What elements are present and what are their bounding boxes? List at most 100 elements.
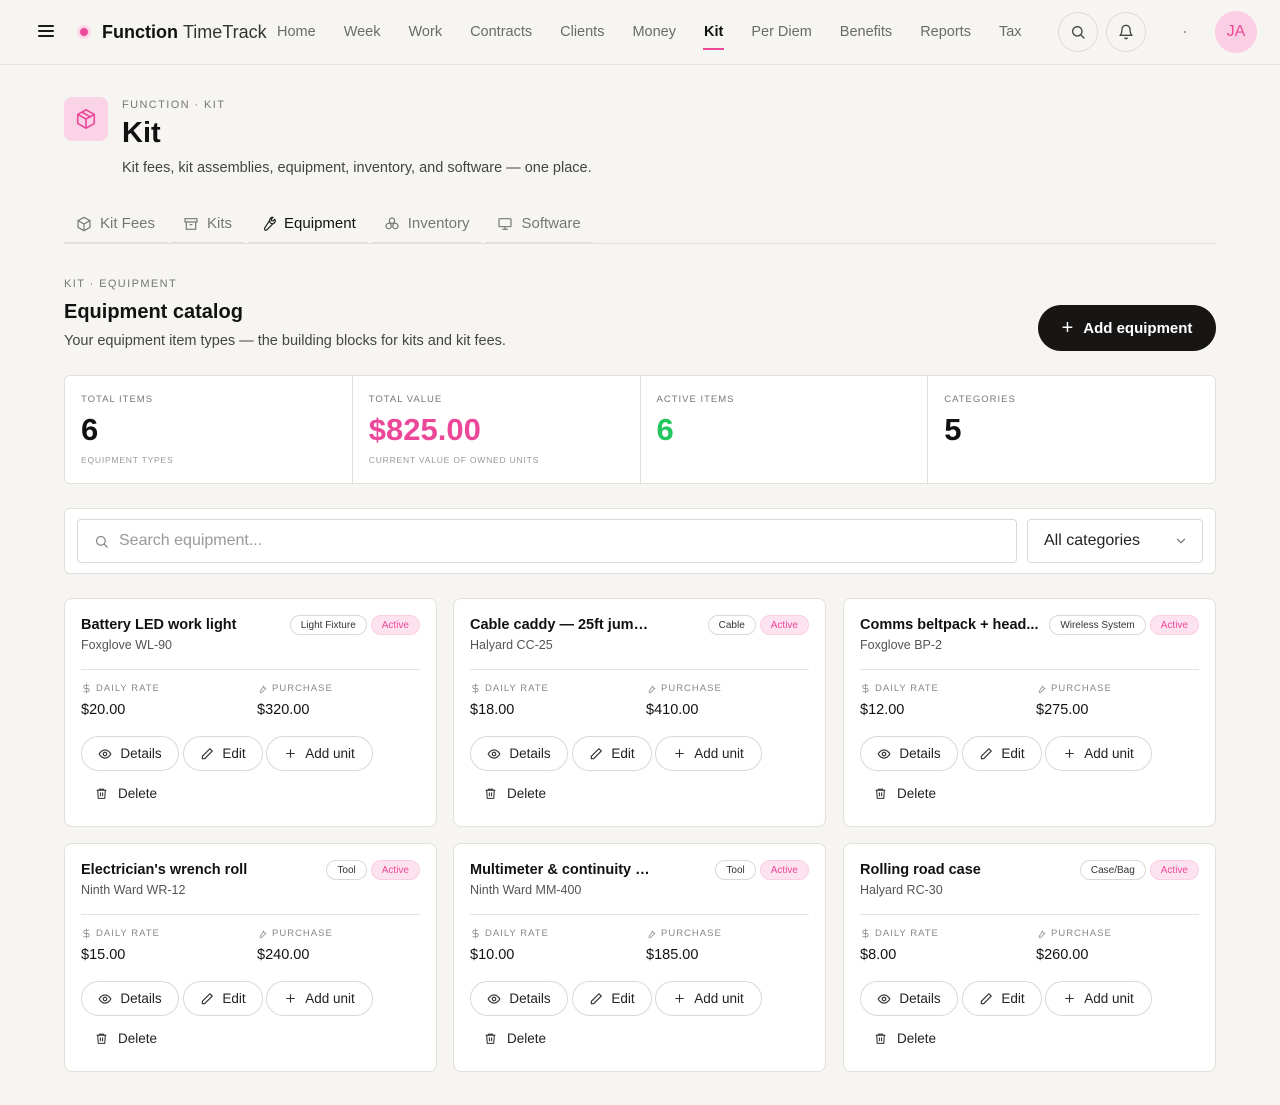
daily-rate-value: $20.00 <box>81 702 126 718</box>
details-button[interactable]: Details <box>81 981 179 1016</box>
edit-button[interactable]: Edit <box>572 981 652 1016</box>
equipment-name[interactable]: Rolling road case <box>860 862 981 878</box>
bell-icon <box>1119 24 1133 40</box>
delete-button[interactable]: Delete <box>484 1028 546 1048</box>
edit-button[interactable]: Edit <box>183 736 263 771</box>
nav-clients[interactable]: Clients <box>546 0 618 65</box>
search-button[interactable] <box>1058 12 1098 52</box>
details-button[interactable]: Details <box>81 736 179 771</box>
delete-button[interactable]: Delete <box>95 783 157 803</box>
dollar-icon <box>83 683 90 694</box>
add-unit-button[interactable]: Add unit <box>655 981 762 1016</box>
nav-per-diem[interactable]: Per Diem <box>737 0 825 65</box>
tag-icon <box>1038 685 1046 694</box>
nav-benefits[interactable]: Benefits <box>826 0 906 65</box>
dollar-icon <box>83 928 90 939</box>
edit-button[interactable]: Edit <box>572 736 652 771</box>
search-icon <box>1072 26 1085 39</box>
search-input[interactable] <box>119 532 979 550</box>
add-unit-button[interactable]: Add unit <box>266 736 373 771</box>
equipment-name[interactable]: Electrician's wrench roll <box>81 862 247 878</box>
details-label: Details <box>509 746 551 761</box>
nav-kit[interactable]: Kit <box>690 0 737 65</box>
tab-kit-fees[interactable]: Kit Fees <box>64 205 168 243</box>
add-unit-button[interactable]: Add unit <box>1045 736 1152 771</box>
delete-button[interactable]: Delete <box>95 1028 157 1048</box>
edit-button[interactable]: Edit <box>183 981 263 1016</box>
category-badge: Wireless System <box>1049 615 1146 635</box>
dollar-icon <box>472 928 479 939</box>
brand-name-light: TimeTrack <box>182 21 267 42</box>
details-button[interactable]: Details <box>470 981 568 1016</box>
equipment-name[interactable]: Comms beltpack + head... <box>860 617 1039 633</box>
delete-button[interactable]: Delete <box>874 1028 936 1048</box>
nav-week[interactable]: Week <box>330 0 395 65</box>
pencil-icon <box>981 747 993 759</box>
tab-kits[interactable]: Kits <box>171 205 245 243</box>
equipment-model: Foxglove BP-2 <box>860 638 942 652</box>
delete-label: Delete <box>507 785 547 801</box>
edit-label: Edit <box>611 991 635 1006</box>
divider <box>470 914 809 915</box>
dollar-icon <box>472 683 479 694</box>
divider <box>860 669 1199 670</box>
divider <box>470 669 809 670</box>
details-button[interactable]: Details <box>470 736 568 771</box>
edit-label: Edit <box>611 746 635 761</box>
avatar[interactable]: JA <box>1215 11 1257 53</box>
equipment-card: Cable caddy — 25ft jumpers ×12 Halyard C… <box>453 598 826 827</box>
monitor-icon <box>498 217 513 230</box>
tab-software[interactable]: Software <box>485 205 593 243</box>
status-badge: Active <box>759 860 809 880</box>
daily-rate-value: $8.00 <box>860 947 897 963</box>
nav-contracts[interactable]: Contracts <box>456 0 546 65</box>
category-select[interactable]: All categories <box>1027 519 1203 563</box>
eye-icon <box>487 748 501 759</box>
notifications-button[interactable] <box>1106 12 1146 52</box>
edit-label: Edit <box>222 991 246 1006</box>
nav-tax[interactable]: Tax <box>985 0 1036 65</box>
nav-home[interactable]: Home <box>263 0 330 65</box>
edit-button[interactable]: Edit <box>962 736 1042 771</box>
menu-icon[interactable] <box>36 22 56 42</box>
stats-panel: TOTAL ITEMS 6 EQUIPMENT TYPES TOTAL VALU… <box>64 375 1216 484</box>
section-title: Equipment catalog <box>64 301 243 323</box>
equipment-badges: Case/Bag Active <box>1079 860 1199 880</box>
add-unit-button[interactable]: Add unit <box>266 981 373 1016</box>
nav-money[interactable]: Money <box>618 0 690 65</box>
trash-icon <box>875 788 886 799</box>
section-subtitle: Your equipment item types — the building… <box>64 333 506 349</box>
equipment-name[interactable]: Battery LED work light <box>81 617 237 633</box>
add-equipment-button[interactable]: + Add equipment <box>1038 305 1216 351</box>
edit-button[interactable]: Edit <box>962 981 1042 1016</box>
stat-total-items: TOTAL ITEMS 6 EQUIPMENT TYPES <box>65 376 353 483</box>
tab-inventory[interactable]: Inventory <box>371 205 482 243</box>
divider <box>860 914 1199 915</box>
status-badge: Active <box>370 860 420 880</box>
purchase-label: PURCHASE <box>1036 683 1112 694</box>
trash-icon <box>485 788 496 799</box>
brand-logo[interactable]: Function TimeTrack <box>76 20 267 44</box>
tab-equipment-label: Equipment <box>284 215 356 232</box>
edit-label: Edit <box>222 746 246 761</box>
add-unit-button[interactable]: Add unit <box>1045 981 1152 1016</box>
plus-icon <box>1065 994 1075 1003</box>
category-badge: Tool <box>715 860 756 880</box>
delete-button[interactable]: Delete <box>874 783 936 803</box>
nav-reports[interactable]: Reports <box>906 0 985 65</box>
add-unit-button[interactable]: Add unit <box>655 736 762 771</box>
nav-work[interactable]: Work <box>395 0 457 65</box>
plus-icon <box>286 749 296 758</box>
delete-label: Delete <box>897 785 937 801</box>
purchase-value: $410.00 <box>646 702 699 718</box>
delete-button[interactable]: Delete <box>484 783 546 803</box>
stat-label: TOTAL VALUE <box>368 394 443 405</box>
equipment-name[interactable]: Multimeter & continuity tester <box>470 862 650 878</box>
equipment-name[interactable]: Cable caddy — 25ft jumpers ×12 <box>470 617 650 633</box>
details-button[interactable]: Details <box>860 736 958 771</box>
tab-equipment[interactable]: Equipment <box>248 205 368 243</box>
daily-rate-label-text: DAILY RATE <box>875 928 939 939</box>
details-button[interactable]: Details <box>860 981 958 1016</box>
pencil-icon <box>981 992 993 1004</box>
daily-rate-label-text: DAILY RATE <box>96 683 160 694</box>
